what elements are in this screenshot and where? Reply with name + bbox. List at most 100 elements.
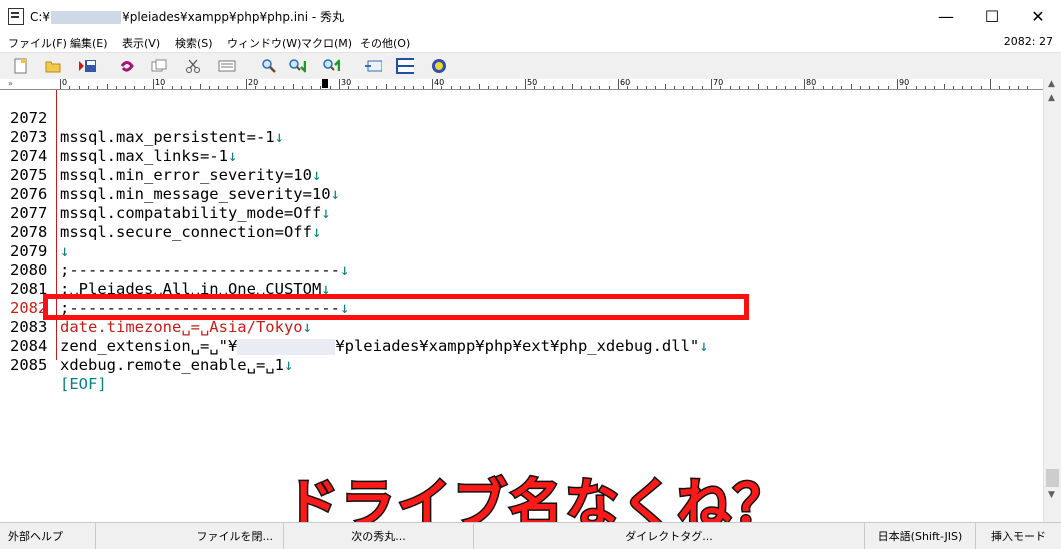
ruler-tick xyxy=(646,86,647,89)
ruler-tick xyxy=(125,86,126,89)
find-next-icon[interactable] xyxy=(288,57,306,75)
ruler-tick xyxy=(497,86,498,89)
ruler-tick xyxy=(348,86,349,89)
ruler-tick xyxy=(1018,86,1019,89)
ruler-tick xyxy=(302,86,303,89)
new-file-icon[interactable] xyxy=(12,57,30,75)
ruler-tick xyxy=(999,86,1000,89)
menu-view[interactable]: 表示(V) xyxy=(122,35,160,51)
ruler-tick xyxy=(553,86,554,89)
ruler-tick xyxy=(153,79,154,89)
status-direct-tag[interactable]: ダイレクトタグ... xyxy=(474,523,864,549)
scroll-up-arrow-icon[interactable]: ▲ xyxy=(1048,79,1055,89)
status-insert-mode[interactable]: 挿入モード xyxy=(976,523,1061,549)
ruler-label: 80 xyxy=(806,78,817,87)
status-external-help[interactable]: 外部ヘルプ xyxy=(0,523,96,549)
close-button[interactable]: ✕ xyxy=(1015,0,1061,32)
find-prev-icon[interactable] xyxy=(322,57,340,75)
ruler-tick xyxy=(162,86,163,89)
status-next-hidemaru[interactable]: 次の秀丸... xyxy=(284,523,474,549)
ruler-tick xyxy=(739,86,740,89)
ruler-label: 60 xyxy=(620,78,631,87)
ruler-tick xyxy=(730,86,731,89)
editor-line: 2084 xdebug.remote_enable␣=␣1↓ xyxy=(0,318,1043,374)
ruler-tick xyxy=(516,86,517,89)
menu-search[interactable]: 検索(S) xyxy=(175,35,213,51)
ruler-tick xyxy=(720,86,721,89)
ruler-tick xyxy=(627,86,628,89)
ruler-cursor xyxy=(322,79,328,88)
hidemaru-app-icon[interactable] xyxy=(8,8,24,25)
ruler-tick xyxy=(609,86,610,89)
vertical-scrollbar[interactable]: ▲ ▲ ▼ xyxy=(1043,79,1061,522)
find-icon[interactable] xyxy=(260,57,278,75)
maximize-button[interactable]: ☐ xyxy=(969,0,1015,32)
eol-mark: ↓ xyxy=(283,356,294,374)
ruler-tick xyxy=(88,86,89,89)
editor-line: 2077 mssql.secure_connection=Off↓ xyxy=(0,185,1043,241)
ruler-tick xyxy=(376,86,377,89)
split-window-icon[interactable] xyxy=(396,57,414,75)
editor-line: 2085 [EOF] xyxy=(0,337,1043,393)
ruler-tick xyxy=(134,86,135,89)
scroll-up-arrow-icon[interactable]: ▲ xyxy=(1048,93,1055,103)
cut-icon[interactable] xyxy=(184,57,202,75)
editor-line: 2076 mssql.compatability_mode=Off↓ xyxy=(0,166,1043,222)
macro-icon[interactable] xyxy=(430,57,448,75)
ruler-tick xyxy=(69,86,70,89)
text-editor[interactable]: 2072 mssql.max_persistent=-1↓ 2073 mssql… xyxy=(0,90,1043,538)
ruler-tick xyxy=(209,86,210,89)
copy-icon[interactable] xyxy=(150,57,168,75)
ruler-tick xyxy=(702,86,703,89)
undo-icon[interactable] xyxy=(118,57,136,75)
ruler-tick xyxy=(1027,86,1028,89)
menu-file[interactable]: ファイル(F) xyxy=(8,35,67,51)
ruler-tick xyxy=(386,84,387,89)
ruler-tick xyxy=(981,86,982,89)
ruler-tick xyxy=(451,86,452,89)
ruler-tick xyxy=(116,86,117,89)
menu-other[interactable]: その他(O) xyxy=(360,35,410,51)
ruler-tick xyxy=(358,86,359,89)
ruler-tick xyxy=(441,86,442,89)
paste-icon[interactable] xyxy=(218,57,236,75)
minimize-button[interactable]: — xyxy=(923,0,969,32)
jump-icon[interactable] xyxy=(364,57,382,75)
ruler-tick xyxy=(841,86,842,89)
editor-line: 2078 ↓ xyxy=(0,204,1043,260)
status-encoding[interactable]: 日本語(Shift-JIS) xyxy=(864,523,976,549)
ruler-tick xyxy=(265,86,266,89)
title-bar: C:¥ ¥pleiades¥xampp¥php¥php.ini - 秀丸 — ☐ … xyxy=(0,0,1061,32)
ruler-tick xyxy=(255,86,256,89)
scroll-down-arrow-icon[interactable]: ▼ xyxy=(1048,490,1055,500)
ruler-tick xyxy=(590,86,591,89)
ruler-tick xyxy=(144,86,145,89)
status-bar: 外部ヘルプ ファイルを閉... 次の秀丸... ダイレクトタグ... 日本語(S… xyxy=(0,522,1061,549)
ruler-tick xyxy=(237,86,238,89)
ruler-tick xyxy=(934,86,935,89)
ruler-tick xyxy=(200,84,201,89)
open-folder-icon[interactable] xyxy=(44,57,62,75)
line-number: 2085 xyxy=(10,356,48,374)
editor-line: 2080 ;␣Pleiades␣All␣in␣One␣CUSTOM↓ xyxy=(0,242,1043,298)
ruler-marker-icon: » xyxy=(8,79,13,88)
ruler-tick xyxy=(107,84,108,89)
menu-edit[interactable]: 編集(E) xyxy=(70,35,108,51)
status-close-file[interactable]: ファイルを閉... xyxy=(96,523,284,549)
ruler-label: 0 xyxy=(62,78,68,87)
ruler-tick xyxy=(953,86,954,89)
ruler-tick xyxy=(367,86,368,89)
line-text: xdebug.remote_enable␣=␣1 xyxy=(60,356,284,374)
scrollbar-thumb[interactable] xyxy=(1046,469,1059,487)
save-icon[interactable] xyxy=(78,57,96,75)
ruler-label: 90 xyxy=(899,78,910,87)
ruler-tick xyxy=(181,86,182,89)
menu-macro[interactable]: マクロ(M) xyxy=(301,35,352,51)
ruler-tick xyxy=(423,86,424,89)
menu-window[interactable]: ウィンドウ(W) xyxy=(227,35,301,51)
ruler-tick xyxy=(97,86,98,89)
ruler-tick xyxy=(79,86,80,89)
ruler-tick xyxy=(665,84,666,89)
ruler-tick xyxy=(320,86,321,89)
ruler-tick xyxy=(479,84,480,89)
